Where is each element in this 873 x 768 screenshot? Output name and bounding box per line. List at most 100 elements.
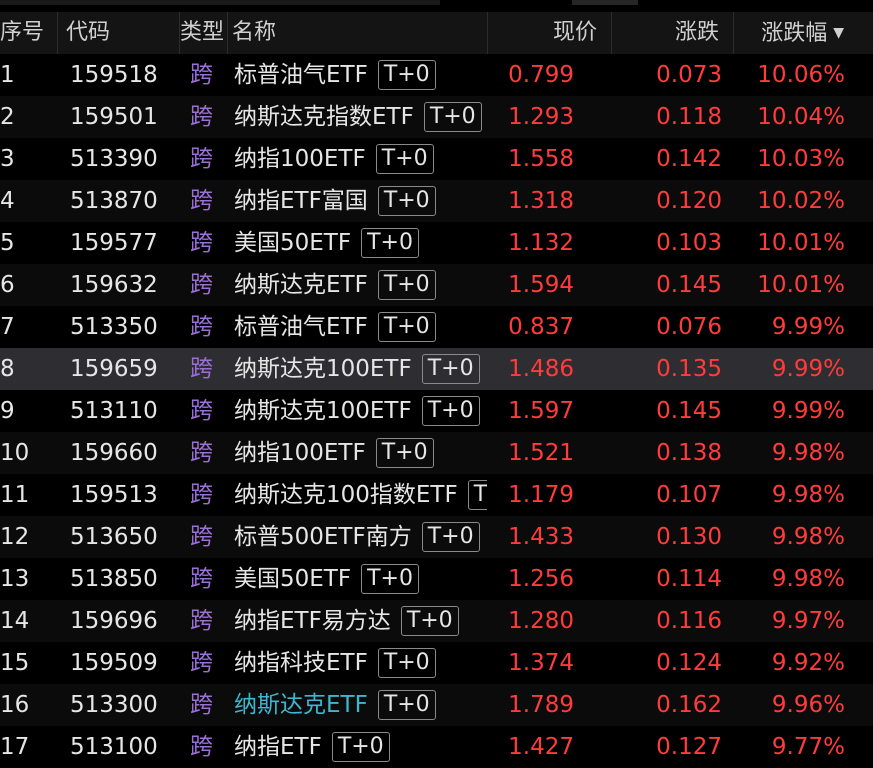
- t0-badge: T+0: [377, 270, 436, 300]
- header-code[interactable]: 代码: [58, 12, 180, 54]
- table-row[interactable]: 5 159577 跨美国50ETF T+0 1.132 0.103 10.01%: [0, 222, 873, 264]
- row-code: 513100: [70, 734, 158, 760]
- row-pct: 9.97%: [771, 608, 845, 634]
- row-price: 1.486: [508, 356, 574, 382]
- row-name[interactable]: 纳斯达克ETF: [234, 692, 368, 718]
- row-price: 1.789: [508, 692, 574, 718]
- row-name[interactable]: 美国50ETF: [234, 566, 351, 592]
- row-price: 1.293: [508, 104, 574, 130]
- row-name[interactable]: 纳斯达克ETF: [234, 272, 368, 298]
- row-pct: 9.98%: [771, 524, 845, 550]
- row-code: 159577: [70, 230, 158, 256]
- row-name-cell: 标普500ETF南方 T+0: [234, 516, 487, 558]
- row-code: 159513: [70, 482, 158, 508]
- row-name[interactable]: 标普油气ETF: [234, 62, 368, 88]
- row-pct: 10.04%: [757, 104, 845, 130]
- row-name[interactable]: 纳指ETF易方达: [234, 608, 391, 634]
- row-pct: 10.01%: [757, 272, 845, 298]
- row-price: 0.837: [508, 314, 574, 340]
- row-name[interactable]: 纳指ETF富国: [234, 188, 368, 214]
- table-row[interactable]: 8 159659 跨纳斯达克100ETF T+0 1.486 0.135 9.99%: [0, 348, 873, 390]
- row-index: 3: [0, 146, 15, 172]
- row-code: 159659: [70, 356, 158, 382]
- row-code: 159632: [70, 272, 158, 298]
- row-name-cell: 纳斯达克ETF T+0: [234, 264, 487, 306]
- row-type: 跨: [190, 734, 213, 760]
- row-change: 0.073: [656, 62, 722, 88]
- row-change: 0.076: [656, 314, 722, 340]
- table-row[interactable]: 9 513110 跨纳斯达克100ETF T+0 1.597 0.145 9.99%: [0, 390, 873, 432]
- row-index: 14: [0, 608, 30, 634]
- table-row[interactable]: 16 513300 跨纳斯达克ETF T+0 1.789 0.162 9.96%: [0, 684, 873, 726]
- header-idx[interactable]: 序号: [0, 12, 58, 54]
- row-name[interactable]: 纳指ETF: [234, 734, 322, 760]
- row-name[interactable]: 标普500ETF南方: [234, 524, 412, 550]
- row-price: 1.318: [508, 188, 574, 214]
- etf-quote-table: 序号 代码 类型 名称 现价 涨跌 涨跌幅 ▼ 1 159518 跨标普油气ETF T+…: [0, 0, 873, 766]
- row-type: 跨: [190, 356, 213, 382]
- table-row[interactable]: 14 159696 跨纳指ETF易方达 T+0 1.280 0.116 9.97%: [0, 600, 873, 642]
- row-name-cell: 纳斯达克100ETF T+0: [234, 390, 487, 432]
- table-row[interactable]: 2 159501 跨纳斯达克指数ETF T+0 1.293 0.118 10.04%: [0, 96, 873, 138]
- header-change[interactable]: 涨跌: [612, 12, 734, 54]
- row-name[interactable]: 纳斯达克指数ETF: [234, 104, 414, 130]
- header-name[interactable]: 名称: [228, 12, 488, 54]
- row-name-cell: 纳斯达克100指数ETF T+0: [234, 474, 487, 516]
- row-pct: 10.02%: [757, 188, 845, 214]
- t0-badge: T+0: [331, 732, 390, 762]
- table-row[interactable]: 11 159513 跨纳斯达克100指数ETF T+0 1.179 0.107 9.98%: [0, 474, 873, 516]
- table-row[interactable]: 10 159660 跨纳指100ETF T+0 1.521 0.138 9.98%: [0, 432, 873, 474]
- header-pct-label: 涨跌幅: [761, 21, 828, 46]
- row-name[interactable]: 纳指100ETF: [234, 440, 366, 466]
- row-code: 513350: [70, 314, 158, 340]
- table-row[interactable]: 15 159509 跨纳指科技ETF T+0 1.374 0.124 9.92%: [0, 642, 873, 684]
- row-price: 0.799: [508, 62, 574, 88]
- row-name[interactable]: 纳指100ETF: [234, 146, 366, 172]
- table-row[interactable]: 3 513390 跨纳指100ETF T+0 1.558 0.142 10.03%: [0, 138, 873, 180]
- row-name[interactable]: 纳斯达克100ETF: [234, 398, 412, 424]
- row-index: 8: [0, 356, 15, 382]
- header-pct[interactable]: 涨跌幅 ▼: [734, 12, 858, 54]
- row-change: 0.118: [656, 104, 722, 130]
- row-pct: 10.06%: [757, 62, 845, 88]
- row-name[interactable]: 纳斯达克100ETF: [234, 356, 412, 382]
- row-change: 0.120: [656, 188, 722, 214]
- row-change: 0.130: [656, 524, 722, 550]
- row-price: 1.558: [508, 146, 574, 172]
- table-row[interactable]: 4 513870 跨纳指ETF富国 T+0 1.318 0.120 10.02%: [0, 180, 873, 222]
- row-type: 跨: [190, 146, 213, 172]
- t0-badge: T+0: [467, 480, 487, 510]
- row-price: 1.597: [508, 398, 574, 424]
- row-type: 跨: [190, 188, 213, 214]
- row-type: 跨: [190, 62, 213, 88]
- row-name-cell: 美国50ETF T+0: [234, 558, 487, 600]
- row-pct: 9.98%: [771, 440, 845, 466]
- row-name[interactable]: 美国50ETF: [234, 230, 351, 256]
- row-pct: 9.98%: [771, 566, 845, 592]
- row-code: 513390: [70, 146, 158, 172]
- row-price: 1.280: [508, 608, 574, 634]
- row-name[interactable]: 纳指科技ETF: [234, 650, 368, 676]
- t0-badge: T+0: [377, 312, 436, 342]
- row-change: 0.114: [656, 566, 722, 592]
- table-row[interactable]: 13 513850 跨美国50ETF T+0 1.256 0.114 9.98%: [0, 558, 873, 600]
- table-row[interactable]: 12 513650 跨标普500ETF南方 T+0 1.433 0.130 9.98%: [0, 516, 873, 558]
- row-pct: 9.96%: [771, 692, 845, 718]
- table-row[interactable]: 6 159632 跨纳斯达克ETF T+0 1.594 0.145 10.01%: [0, 264, 873, 306]
- row-index: 5: [0, 230, 15, 256]
- row-name[interactable]: 纳斯达克100指数ETF: [234, 482, 458, 508]
- row-pct: 10.03%: [757, 146, 845, 172]
- sort-descending-icon[interactable]: ▼: [833, 25, 844, 41]
- row-change: 0.145: [656, 272, 722, 298]
- table-row[interactable]: 17 513100 跨纳指ETF T+0 1.427 0.127 9.77%: [0, 726, 873, 768]
- table-row[interactable]: 1 159518 跨标普油气ETF T+0 0.799 0.073 10.06%: [0, 54, 873, 96]
- header-type[interactable]: 类型: [180, 12, 228, 54]
- header-price[interactable]: 现价: [488, 12, 612, 54]
- row-change: 0.127: [656, 734, 722, 760]
- row-index: 9: [0, 398, 15, 424]
- row-name-cell: 纳指科技ETF T+0: [234, 642, 487, 684]
- row-name-cell: 纳指100ETF T+0: [234, 432, 487, 474]
- row-name[interactable]: 标普油气ETF: [234, 314, 368, 340]
- row-index: 12: [0, 524, 30, 550]
- table-row[interactable]: 7 513350 跨标普油气ETF T+0 0.837 0.076 9.99%: [0, 306, 873, 348]
